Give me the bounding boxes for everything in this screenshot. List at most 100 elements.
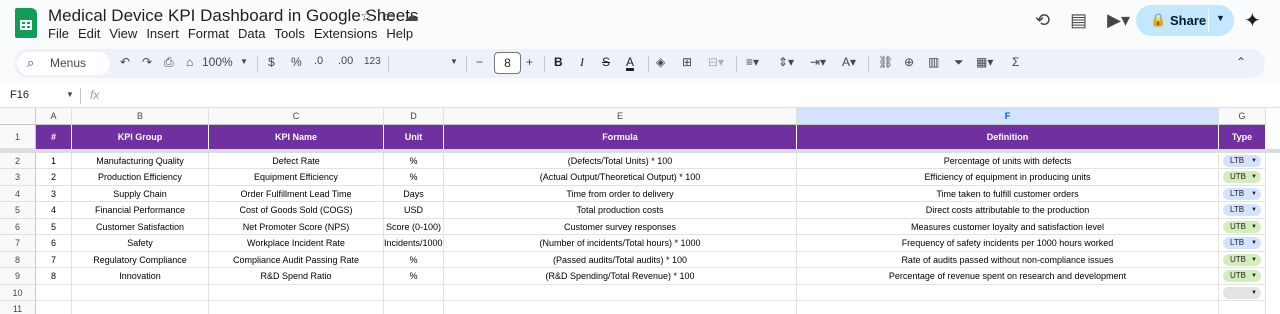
cell-name[interactable]: Net Promoter Score (NPS) [209, 219, 384, 235]
text-color-button[interactable]: A [626, 55, 634, 69]
font-size-input[interactable]: 8 [494, 52, 521, 74]
cell-unit[interactable]: % [384, 153, 444, 169]
cell-group[interactable] [72, 285, 209, 301]
cell-type[interactable]: UTB ▼ [1219, 169, 1266, 186]
row-header-7[interactable]: 7 [0, 235, 36, 252]
cell-formula[interactable]: (Number of incidents/Total hours) * 1000 [444, 235, 797, 252]
row-header-4[interactable]: 4 [0, 186, 36, 202]
row-header-9[interactable]: 9 [0, 268, 36, 285]
share-dropdown-icon[interactable]: ▼ [1216, 13, 1225, 23]
cell-definition[interactable]: Percentage of revenue spent on research … [797, 268, 1219, 285]
cell-group[interactable]: Innovation [72, 268, 209, 285]
share-button[interactable]: 🔒 Share ▼ [1136, 5, 1234, 36]
menu-insert[interactable]: Insert [146, 26, 187, 41]
row-header-3[interactable]: 3 [0, 169, 36, 186]
paint-format-icon[interactable]: ⌂ [186, 55, 193, 69]
chip-dropdown-icon[interactable]: ▼ [1251, 171, 1257, 183]
font-size-decrease-icon[interactable]: − [476, 55, 483, 69]
chip-dropdown-icon[interactable]: ▼ [1251, 155, 1257, 167]
cell-num[interactable]: 3 [36, 186, 72, 202]
cell-unit[interactable]: % [384, 252, 444, 268]
version-history-icon[interactable]: ⟲ [1035, 10, 1050, 31]
cell-name[interactable]: Workplace Incident Rate [209, 235, 384, 252]
strikethrough-button[interactable]: S [602, 55, 610, 69]
cell-formula[interactable]: Total production costs [444, 202, 797, 219]
type-dropdown-chip[interactable]: ▼ [1223, 287, 1261, 299]
number-format-button[interactable]: 123 [364, 56, 381, 67]
header-cell-formula[interactable]: Formula [444, 125, 797, 149]
cell-name[interactable] [209, 301, 384, 314]
font-dropdown-icon[interactable]: ▼ [450, 57, 458, 66]
text-wrap-icon[interactable]: ⇥▾ [810, 55, 826, 69]
cell-unit[interactable]: USD [384, 202, 444, 219]
cell-num[interactable] [36, 301, 72, 314]
name-box[interactable]: F16 [10, 89, 29, 101]
row-header-5[interactable]: 5 [0, 202, 36, 219]
functions-icon[interactable]: Σ [1012, 55, 1019, 69]
collapse-toolbar-icon[interactable]: ⌃ [1236, 55, 1246, 69]
cell-formula[interactable] [444, 301, 797, 314]
sheets-logo-icon[interactable] [15, 8, 37, 38]
cell-name[interactable]: Order Fulfillment Lead Time [209, 186, 384, 202]
meet-icon[interactable]: ▶▾ [1107, 10, 1130, 31]
header-cell-unit[interactable]: Unit [384, 125, 444, 149]
type-dropdown-chip[interactable]: LTB ▼ [1223, 237, 1261, 249]
name-box-dropdown-icon[interactable]: ▼ [66, 90, 74, 99]
borders-icon[interactable]: ⊞ [682, 55, 692, 69]
cell-num[interactable]: 2 [36, 169, 72, 186]
undo-icon[interactable]: ↶ [120, 55, 130, 69]
cell-definition[interactable]: Time taken to fulfill customer orders [797, 186, 1219, 202]
header-cell-name[interactable]: KPI Name [209, 125, 384, 149]
select-all-corner[interactable] [0, 108, 36, 125]
cell-type[interactable]: ▼ [1219, 285, 1266, 301]
search-menus[interactable]: ⌕ Menus [17, 52, 110, 75]
header-cell-type[interactable]: Type [1219, 125, 1266, 149]
zoom-select[interactable]: 100% [202, 55, 233, 69]
cell-num[interactable]: 7 [36, 252, 72, 268]
cell-definition[interactable]: Measures customer loyalty and satisfacti… [797, 219, 1219, 235]
cell-num[interactable]: 1 [36, 153, 72, 169]
cell-definition[interactable] [797, 285, 1219, 301]
chip-dropdown-icon[interactable]: ▼ [1251, 188, 1257, 200]
cell-num[interactable]: 5 [36, 219, 72, 235]
cell-formula[interactable]: (Defects/Total Units) * 100 [444, 153, 797, 169]
cell-name[interactable]: Cost of Goods Sold (COGS) [209, 202, 384, 219]
cell-formula[interactable]: (Passed audits/Total audits) * 100 [444, 252, 797, 268]
italic-button[interactable]: I [580, 55, 584, 70]
star-icon[interactable]: ☆ [360, 7, 373, 25]
menu-help[interactable]: Help [386, 26, 421, 41]
cell-type[interactable]: UTB ▼ [1219, 219, 1266, 235]
type-dropdown-chip[interactable]: UTB ▼ [1223, 270, 1261, 282]
header-cell-definition[interactable]: Definition [797, 125, 1219, 149]
currency-button[interactable]: $ [268, 55, 275, 69]
cell-definition[interactable]: Frequency of safety incidents per 1000 h… [797, 235, 1219, 252]
cell-group[interactable]: Manufacturing Quality [72, 153, 209, 169]
column-header-g[interactable]: G [1219, 108, 1266, 125]
type-dropdown-chip[interactable]: UTB ▼ [1223, 221, 1261, 233]
cell-group[interactable]: Safety [72, 235, 209, 252]
chip-dropdown-icon[interactable]: ▼ [1251, 287, 1257, 299]
cell-type[interactable] [1219, 301, 1266, 314]
cell-type[interactable]: UTB ▼ [1219, 268, 1266, 285]
spreadsheet-grid[interactable]: A B C D E F G 1 2 3 4 5 6 7 8 9 10 11 # KPI Group KPI Name Un… [0, 108, 1280, 314]
cell-unit[interactable]: Days [384, 186, 444, 202]
row-header-2[interactable]: 2 [0, 153, 36, 169]
percent-button[interactable]: % [291, 55, 302, 69]
insert-link-icon[interactable]: ⛓ [878, 55, 893, 69]
chip-dropdown-icon[interactable]: ▼ [1251, 237, 1257, 249]
menu-edit[interactable]: Edit [78, 26, 108, 41]
column-header-c[interactable]: C [209, 108, 384, 125]
move-folder-icon[interactable]: ▭ [381, 7, 395, 25]
cell-definition[interactable]: Rate of audits passed without non-compli… [797, 252, 1219, 268]
type-dropdown-chip[interactable]: LTB ▼ [1223, 204, 1261, 216]
chip-dropdown-icon[interactable]: ▼ [1251, 204, 1257, 216]
chip-dropdown-icon[interactable]: ▼ [1251, 221, 1257, 233]
cell-type[interactable]: LTB ▼ [1219, 153, 1266, 169]
cell-num[interactable]: 6 [36, 235, 72, 252]
row-header-6[interactable]: 6 [0, 219, 36, 235]
chip-dropdown-icon[interactable]: ▼ [1251, 254, 1257, 266]
fill-color-icon[interactable]: ◈ [656, 55, 665, 69]
cell-group[interactable]: Production Efficiency [72, 169, 209, 186]
column-header-f[interactable]: F [797, 108, 1219, 125]
font-size-increase-icon[interactable]: + [526, 55, 533, 69]
